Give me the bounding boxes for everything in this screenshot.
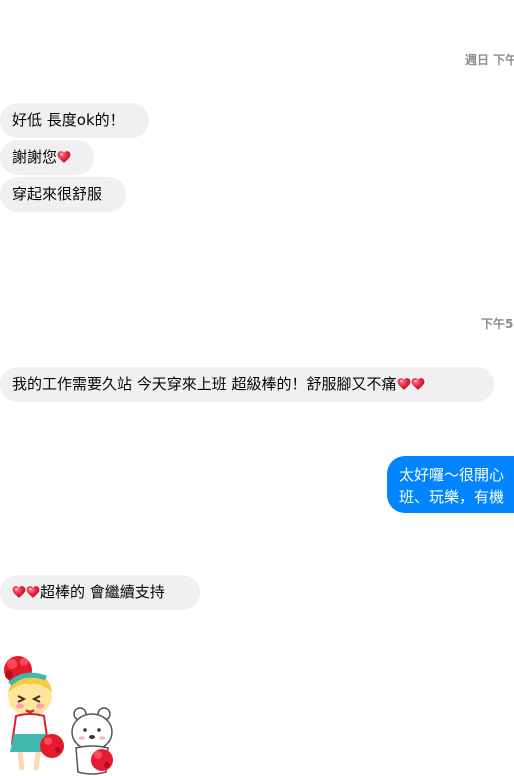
message-text: 好低 長度ok的！ [12,111,125,129]
timestamp-sunday: 週日 下午 [465,53,514,67]
message-bubble-incoming[interactable]: 謝謝您 [0,140,94,175]
message-bubble-incoming[interactable]: 好低 長度ok的！ [0,103,149,138]
message-bubble-incoming[interactable]: 穿起來很舒服 [0,177,126,212]
message-text-line: 太好囉～很開心 [399,466,505,484]
message-text: 我的工作需要久站 今天穿來上班 超級棒的！舒服腳又不痛 [12,375,397,393]
pom-pom-icon [91,749,113,771]
pom-pom-icon [40,734,64,758]
message-text: 超棒的 會繼續支持 [40,583,165,601]
heart-icon [411,377,425,391]
message-bubble-incoming[interactable]: 我的工作需要久站 今天穿來上班 超級棒的！舒服腳又不痛 [0,367,494,402]
message-text: 穿起來很舒服 [12,185,103,203]
message-text-line: 班、玩樂，有機 [399,488,505,506]
message-bubble-incoming[interactable]: 超棒的 會繼續支持 [0,575,200,610]
heart-icon [397,377,411,391]
heart-icon [57,150,71,164]
cheerleader-sticker-icon[interactable] [0,648,122,776]
heart-icon [26,585,40,599]
message-bubble-outgoing[interactable]: 太好囉～很開心 班、玩樂，有機 [387,456,514,513]
heart-icon [12,585,26,599]
message-text: 謝謝您 [12,148,58,166]
timestamp-afternoon: 下午5 [481,317,514,331]
